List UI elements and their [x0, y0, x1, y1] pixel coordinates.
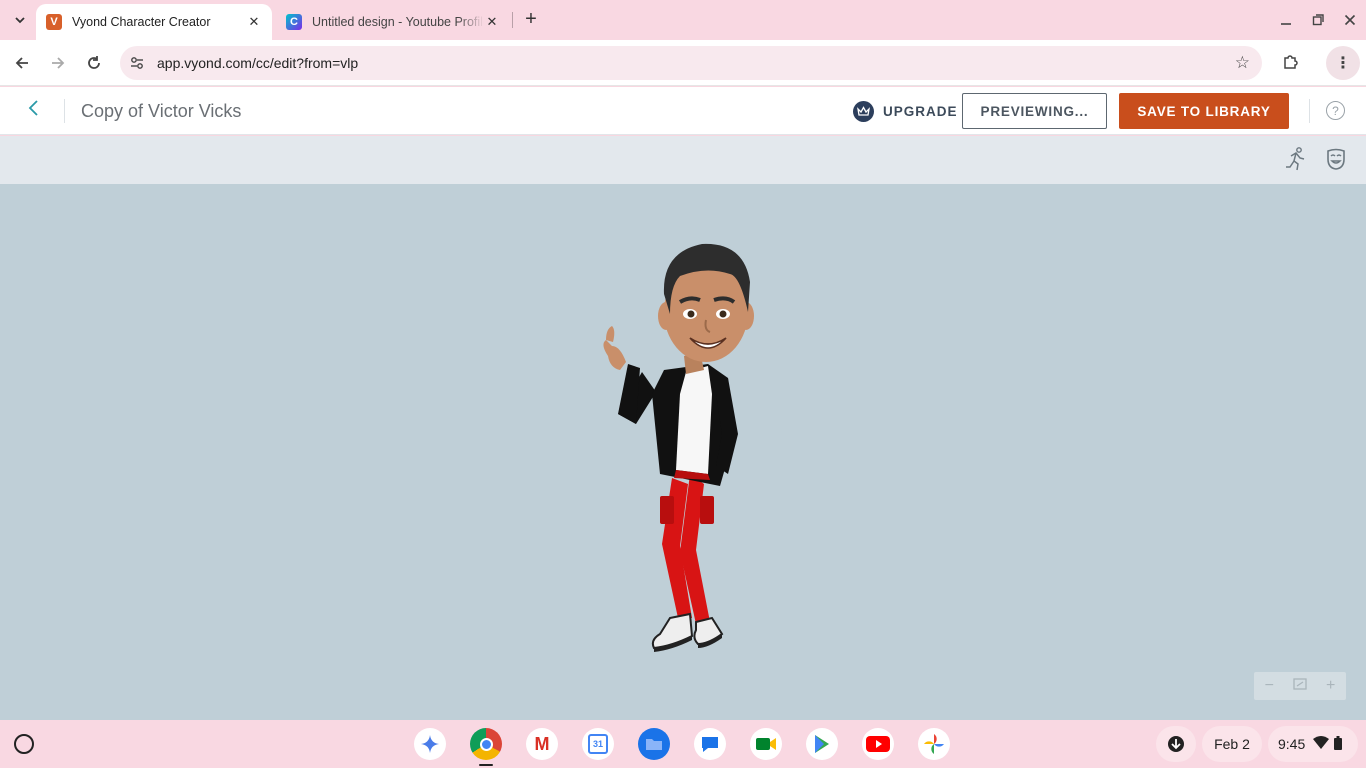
new-tab-plus-icon[interactable]: +	[520, 9, 542, 31]
crown-icon	[853, 100, 874, 122]
upgrade-link[interactable]: UPGRADE	[853, 100, 958, 122]
gemini-icon[interactable]	[414, 728, 446, 760]
tab-title: Vyond Character Creator	[72, 15, 211, 29]
fit-to-screen-icon[interactable]	[1288, 677, 1312, 695]
close-tab-icon[interactable]: ✕	[246, 14, 262, 30]
chrome-icon[interactable]	[470, 728, 502, 760]
reload-icon[interactable]	[82, 51, 106, 75]
messages-icon[interactable]	[694, 728, 726, 760]
save-to-library-button[interactable]: SAVE TO LIBRARY	[1119, 93, 1289, 129]
previewing-button[interactable]: PREVIEWING...	[962, 93, 1107, 129]
address-bar[interactable]: app.vyond.com/cc/edit?from=vlp ☆	[120, 46, 1262, 80]
browser-menu-icon[interactable]: ⋮	[1326, 46, 1360, 80]
back-arrow-icon[interactable]	[10, 51, 34, 75]
close-window-icon[interactable]	[1338, 8, 1362, 32]
chrome-running-indicator	[479, 764, 493, 766]
tab-separator	[512, 12, 513, 28]
tab-search-chevron-icon[interactable]	[8, 8, 32, 32]
bookmark-star-icon[interactable]: ☆	[1235, 53, 1250, 73]
help-question-icon[interactable]: ?	[1326, 101, 1345, 120]
zoom-controls: − +	[1254, 672, 1346, 700]
character-stage[interactable]: − +	[0, 184, 1366, 720]
character-title[interactable]: Copy of Victor Vicks	[81, 101, 241, 122]
tab-title: Untitled design - Youtube Profile	[312, 15, 484, 29]
site-settings-icon[interactable]	[128, 54, 146, 72]
tab-vyond-character-creator[interactable]: V Vyond Character Creator ✕	[36, 4, 272, 40]
youtube-icon[interactable]	[862, 728, 894, 760]
os-shelf: M 31 Feb 2 9:45	[0, 720, 1366, 768]
wifi-icon	[1313, 736, 1330, 752]
status-tray[interactable]: 9:45	[1268, 726, 1358, 762]
close-tab-icon[interactable]: ✕	[484, 14, 500, 30]
play-store-icon[interactable]	[806, 728, 838, 760]
editor-subtoolbar	[0, 136, 1366, 184]
minimize-window-icon[interactable]	[1274, 8, 1298, 32]
expression-face-icon[interactable]	[1323, 146, 1349, 172]
restore-window-icon[interactable]	[1306, 8, 1330, 32]
browser-tab-strip: V Vyond Character Creator ✕ C Untitled d…	[0, 0, 1366, 40]
browser-toolbar: app.vyond.com/cc/edit?from=vlp ☆ ⋮	[0, 40, 1366, 86]
extensions-puzzle-icon[interactable]	[1280, 50, 1302, 72]
tab-untitled-design[interactable]: C Untitled design - Youtube Profile ✕	[276, 4, 510, 40]
canva-favicon-icon: C	[286, 14, 302, 30]
upgrade-label: UPGRADE	[883, 103, 958, 119]
character-preview[interactable]	[580, 234, 790, 674]
header-divider	[64, 99, 65, 123]
app-header: Copy of Victor Vicks UPGRADE PREVIEWING.…	[0, 87, 1366, 135]
files-icon[interactable]	[638, 728, 670, 760]
calendar-icon[interactable]: 31	[582, 728, 614, 760]
zoom-out-icon[interactable]: −	[1257, 677, 1281, 695]
back-chevron-icon[interactable]	[22, 99, 44, 123]
launcher-icon[interactable]	[14, 734, 34, 754]
gmail-icon[interactable]: M	[526, 728, 558, 760]
action-running-icon[interactable]	[1283, 146, 1309, 172]
photos-icon[interactable]	[918, 728, 950, 760]
meet-icon[interactable]	[750, 728, 782, 760]
calendar-day: 31	[588, 734, 608, 754]
zoom-in-icon[interactable]: +	[1319, 677, 1343, 695]
battery-icon	[1334, 735, 1343, 753]
date-display[interactable]: Feb 2	[1202, 726, 1262, 762]
forward-arrow-icon[interactable]	[46, 51, 70, 75]
vyond-favicon-icon: V	[46, 14, 62, 30]
download-tray-icon[interactable]	[1156, 726, 1196, 762]
clock-time: 9:45	[1278, 736, 1306, 752]
header-divider	[1309, 99, 1310, 123]
url-text[interactable]: app.vyond.com/cc/edit?from=vlp	[157, 55, 358, 71]
